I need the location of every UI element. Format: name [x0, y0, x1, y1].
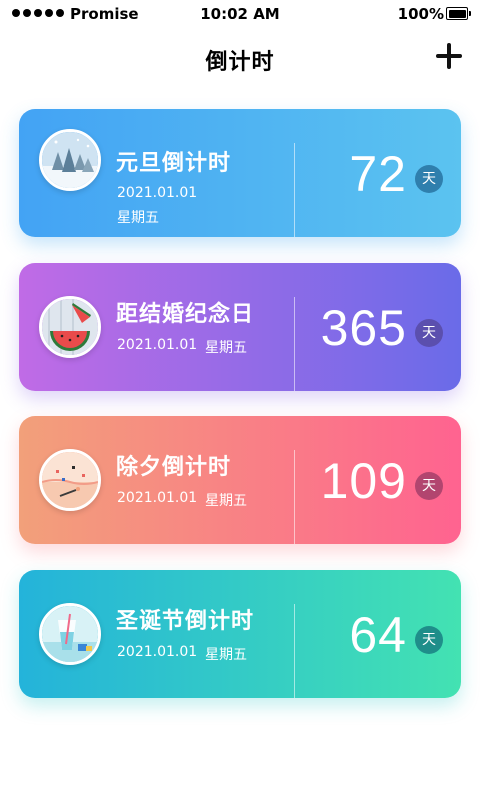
day-unit-badge: 天 [415, 626, 443, 654]
status-bar: Promise 10:02 AM 100% [0, 0, 480, 28]
countdown-card-anniversary[interactable]: 距结婚纪念日 2021.01.01 星期五 365 天 [19, 263, 461, 391]
card-date: 2021.01.01 [117, 337, 198, 353]
card-date: 2021.01.01 [117, 644, 198, 660]
countdown-card-new-years-eve[interactable]: 除夕倒计时 2021.01.01 星期五 109 天 [19, 416, 461, 544]
glass-drink-icon [39, 603, 101, 665]
nav-bar: 倒计时 [0, 36, 480, 80]
card-weekday: 星期五 [205, 340, 247, 356]
card-title: 除夕倒计时 [116, 455, 232, 480]
card-weekday: 星期五 [117, 210, 159, 226]
card-date: 2021.01.01 [117, 185, 198, 201]
card-divider [294, 604, 295, 698]
day-unit-badge: 天 [415, 319, 443, 347]
plus-icon[interactable] [436, 43, 462, 69]
card-title: 距结婚纪念日 [116, 302, 255, 327]
countdown-card-christmas[interactable]: 圣诞节倒计时 2021.01.01 星期五 64 天 [19, 570, 461, 698]
battery-icon [446, 7, 471, 20]
battery-percentage: 100% [397, 5, 444, 23]
snowy-forest-icon [39, 129, 101, 191]
watermelon-icon [39, 296, 101, 358]
days-count: 72 [349, 146, 407, 202]
card-title: 元旦倒计时 [116, 151, 232, 176]
day-unit-badge: 天 [415, 472, 443, 500]
card-weekday: 星期五 [205, 493, 247, 509]
card-divider [294, 450, 295, 544]
card-date: 2021.01.01 [117, 490, 198, 506]
days-count: 365 [320, 300, 407, 356]
card-divider [294, 143, 295, 237]
beach-icon [39, 449, 101, 511]
days-count: 64 [349, 607, 407, 663]
day-unit-badge: 天 [415, 165, 443, 193]
card-title: 圣诞节倒计时 [116, 609, 255, 634]
page-title: 倒计时 [205, 50, 275, 75]
card-divider [294, 297, 295, 391]
countdown-card-new-year[interactable]: 元旦倒计时 2021.01.01 星期五 72 天 [19, 109, 461, 237]
card-weekday: 星期五 [205, 647, 247, 663]
days-count: 109 [320, 453, 407, 509]
